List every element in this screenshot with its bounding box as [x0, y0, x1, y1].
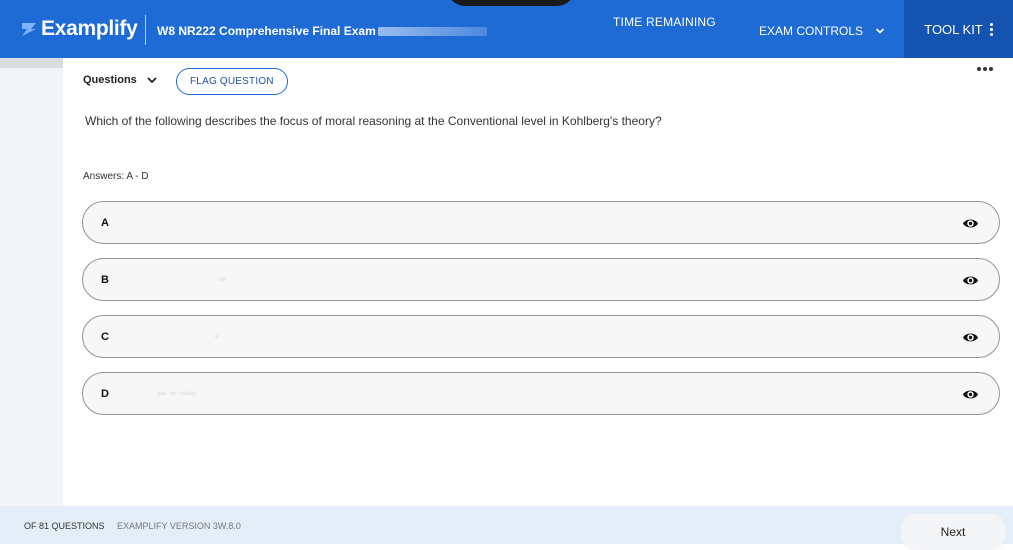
brand: Examplify	[20, 17, 138, 41]
eye-icon[interactable]	[962, 272, 979, 289]
question-selector[interactable]: Questions	[83, 74, 158, 86]
header-divider	[145, 15, 146, 45]
version-label: EXAMPLIFY VERSION 3W.8.0	[117, 521, 241, 531]
left-gutter	[0, 58, 63, 506]
eye-icon[interactable]	[962, 215, 979, 232]
toolkit-button[interactable]: TOOL KIT	[904, 0, 1013, 58]
option-letter: A	[101, 217, 109, 229]
exam-controls-button[interactable]: EXAM CONTROLS	[759, 24, 885, 38]
footer-bar: OF 81 QUESTIONS EXAMPLIFY VERSION 3W.8.0	[0, 506, 1013, 544]
answers-label: Answers: A - D	[83, 171, 149, 182]
question-selector-label: Questions	[83, 74, 137, 86]
answer-option-b[interactable]: B ··	[82, 258, 1000, 301]
exam-title-redacted	[377, 27, 487, 37]
gutter-shade	[0, 58, 63, 68]
kebab-menu-icon	[989, 22, 993, 36]
eye-icon[interactable]	[962, 386, 979, 403]
more-horizontal-icon[interactable]	[977, 67, 993, 71]
answer-option-a[interactable]: A	[82, 201, 1000, 244]
question-text: Which of the following describes the foc…	[85, 114, 662, 128]
option-letter: B	[101, 274, 109, 286]
top-bar: Examplify W8 NR222 Comprehensive Final E…	[0, 0, 1013, 58]
option-text: ·	[215, 331, 219, 342]
option-text: ··	[219, 274, 226, 285]
option-letter: C	[101, 331, 109, 343]
examplify-logo-icon	[22, 23, 36, 36]
answer-option-d[interactable]: D ··· ·· ·····	[82, 372, 1000, 415]
exam-controls-label: EXAM CONTROLS	[759, 24, 864, 38]
flag-question-button[interactable]: FLAG QUESTION	[176, 68, 288, 95]
brand-name: Examplify	[41, 17, 138, 40]
camera-notch	[447, 0, 575, 6]
time-remaining-label: TIME REMAINING	[613, 15, 716, 29]
option-text: ··· ·· ·····	[157, 388, 196, 399]
answer-option-c[interactable]: C ·	[82, 315, 1000, 358]
question-count: OF 81 QUESTIONS	[24, 521, 105, 531]
exam-title-text: W8 NR222 Comprehensive Final Exam	[157, 24, 376, 38]
chevron-down-icon	[147, 77, 157, 84]
next-button[interactable]: Next	[901, 514, 1005, 550]
eye-icon[interactable]	[962, 329, 979, 346]
chevron-down-icon	[875, 28, 885, 34]
option-letter: D	[101, 388, 109, 400]
exam-title: W8 NR222 Comprehensive Final Exam	[157, 24, 487, 38]
toolkit-label: TOOL KIT	[924, 21, 983, 37]
